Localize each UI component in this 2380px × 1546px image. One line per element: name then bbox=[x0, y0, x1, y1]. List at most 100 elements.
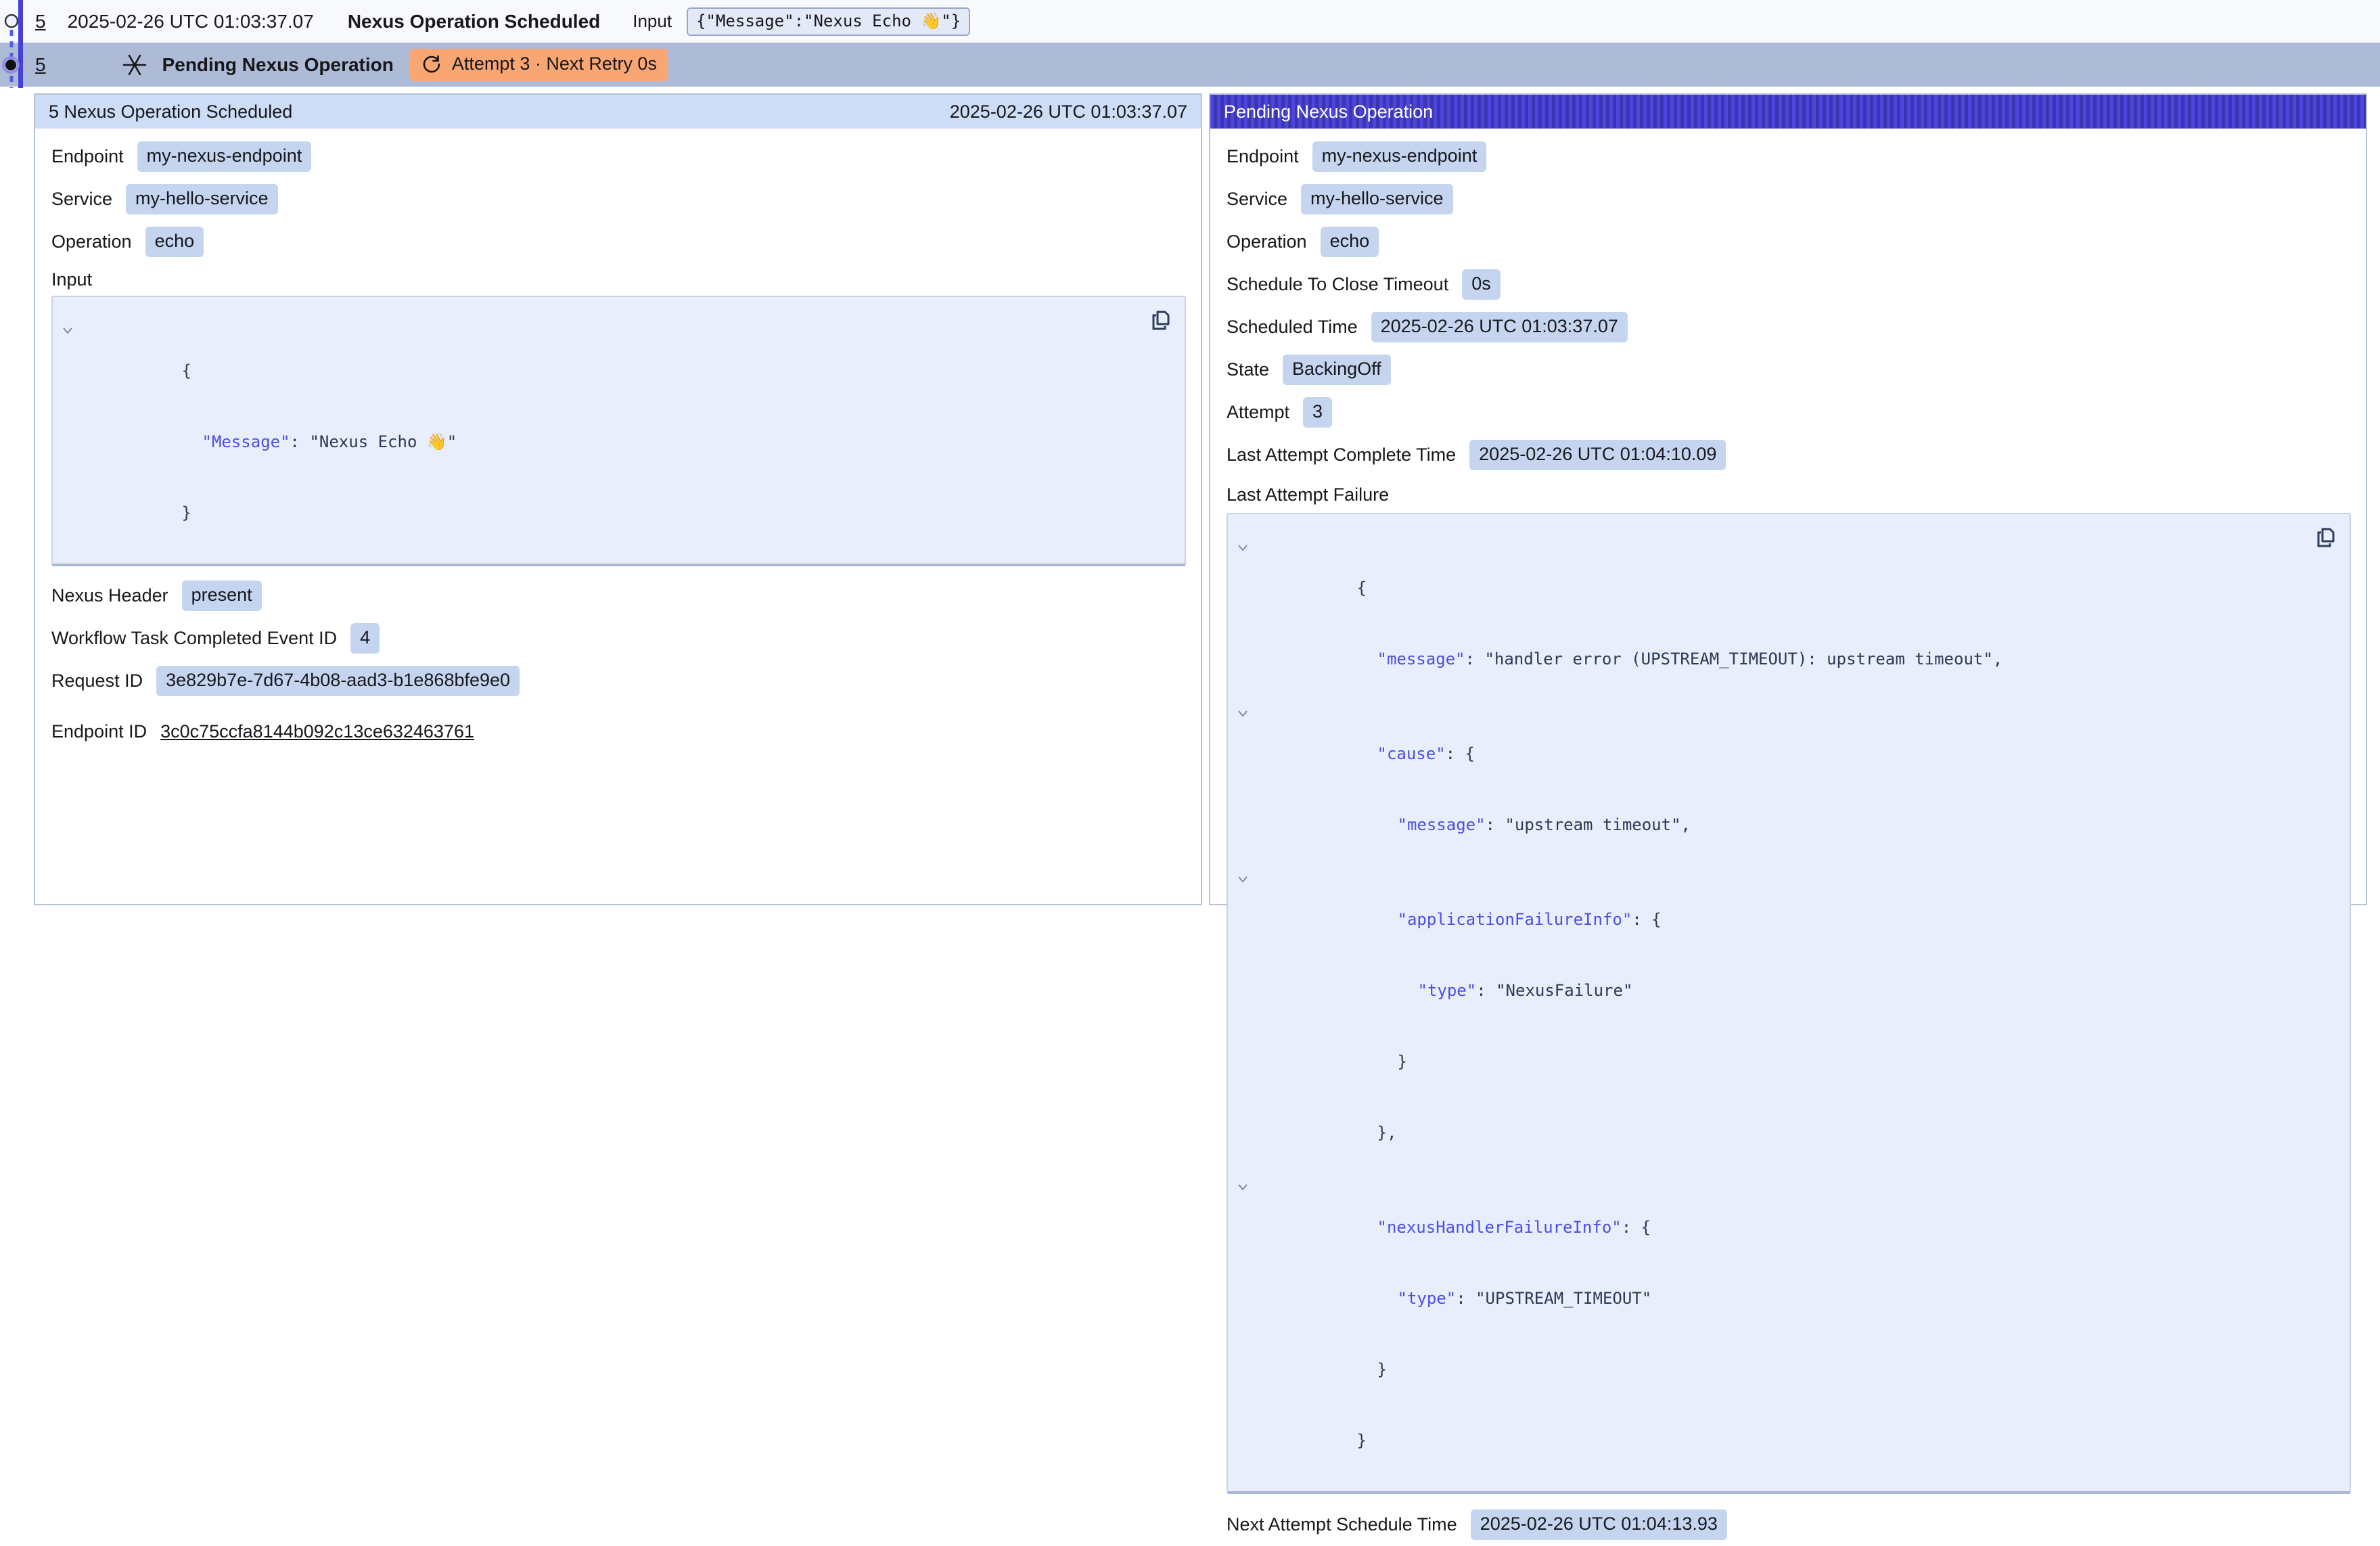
copy-icon[interactable] bbox=[1148, 308, 1172, 332]
json-line: { bbox=[1228, 529, 2302, 624]
field-value-chip: my-nexus-endpoint bbox=[137, 141, 312, 172]
json-text: { bbox=[182, 361, 191, 380]
collapse-chevron-icon[interactable] bbox=[1237, 1175, 1248, 1183]
field-label: State bbox=[1227, 359, 1269, 380]
field-label: Endpoint bbox=[51, 146, 124, 167]
json-text: } bbox=[182, 503, 191, 522]
json-text: : "handler error (UPSTREAM_TIMEOUT): ups… bbox=[1465, 650, 2003, 668]
field-service: Service my-hello-service bbox=[51, 178, 1186, 221]
pending-title: Pending Nexus Operation bbox=[162, 54, 394, 76]
nexus-operation-screen: { "colors": { "accent_indigo": "#4640d9"… bbox=[0, 0, 2380, 884]
attempt-retry-badge: Attempt 3 · Next Retry 0s bbox=[410, 49, 668, 81]
event-input-value-chip: {"Message":"Nexus Echo 👋"} bbox=[687, 7, 970, 36]
right-panel-header: Pending Nexus Operation bbox=[1210, 95, 2366, 129]
field-value-chip: 3e829b7e-7d67-4b08-aad3-b1e868bfe9e0 bbox=[156, 666, 520, 696]
left-panel-timestamp: 2025-02-26 UTC 01:03:37.07 bbox=[950, 101, 1187, 122]
field-label: Operation bbox=[51, 231, 132, 252]
field-label: Service bbox=[1227, 189, 1287, 210]
event-row-pending-nexus-operation[interactable]: 5 Pending Nexus Operation Attempt 3 · Ne… bbox=[0, 43, 2380, 87]
json-line: { bbox=[53, 312, 1137, 407]
field-endpoint: Endpoint my-nexus-endpoint bbox=[51, 135, 1186, 178]
retry-refresh-icon bbox=[421, 53, 442, 75]
json-line: } bbox=[1228, 1405, 2302, 1476]
field-value-chip: 3 bbox=[1303, 397, 1332, 428]
endpoint-id-link[interactable]: 3c0c75ccfa8144b092c13ce632463761 bbox=[160, 721, 474, 742]
field-label: Endpoint ID bbox=[51, 721, 147, 742]
field-attempt: Attempt 3 bbox=[1227, 391, 2351, 434]
copy-icon[interactable] bbox=[2313, 525, 2337, 549]
right-panel-body: Endpoint my-nexus-endpoint Service my-he… bbox=[1210, 129, 2366, 1546]
field-operation: Operation echo bbox=[51, 221, 1186, 263]
field-value-chip: echo bbox=[145, 227, 204, 257]
json-key: "message" bbox=[1398, 815, 1486, 834]
field-value-chip: 0s bbox=[1462, 269, 1501, 300]
field-label: Service bbox=[51, 189, 112, 210]
json-line: "type": "NexusFailure" bbox=[1228, 955, 2302, 1026]
panel-nexus-operation-scheduled: 5 Nexus Operation Scheduled 2025-02-26 U… bbox=[34, 93, 1202, 905]
json-text: } bbox=[1377, 1360, 1387, 1379]
field-label: Endpoint bbox=[1227, 146, 1299, 167]
pending-event-id-link[interactable]: 5 bbox=[35, 54, 46, 76]
left-panel-body: Endpoint my-nexus-endpoint Service my-he… bbox=[35, 129, 1201, 753]
field-value-chip: my-nexus-endpoint bbox=[1312, 141, 1487, 172]
field-label: Request ID bbox=[51, 670, 143, 691]
input-label-text: Input bbox=[51, 269, 92, 290]
field-endpoint-id: Endpoint ID 3c0c75ccfa8144b092c13ce63246… bbox=[51, 710, 1186, 753]
collapse-chevron-icon[interactable] bbox=[1237, 701, 1248, 709]
field-label: Last Attempt Complete Time bbox=[1227, 445, 1456, 465]
field-endpoint: Endpoint my-nexus-endpoint bbox=[1227, 135, 2351, 178]
field-label: Scheduled Time bbox=[1227, 317, 1358, 338]
json-key: "applicationFailureInfo" bbox=[1398, 910, 1632, 929]
field-value-chip: 2025-02-26 UTC 01:04:13.93 bbox=[1471, 1509, 1727, 1540]
json-key: "cause" bbox=[1377, 744, 1446, 763]
json-text: : { bbox=[1632, 910, 1661, 929]
field-value-chip: my-hello-service bbox=[126, 184, 278, 214]
json-line: } bbox=[1228, 1334, 2302, 1405]
json-line: } bbox=[53, 478, 1137, 549]
detail-panels: 5 Nexus Operation Scheduled 2025-02-26 U… bbox=[34, 93, 2367, 905]
field-value-chip: my-hello-service bbox=[1301, 184, 1453, 214]
event-timestamp: 2025-02-26 UTC 01:03:37.07 bbox=[68, 11, 314, 32]
json-text: : "Nexus Echo 👋" bbox=[290, 432, 457, 451]
json-key: "nexusHandlerFailureInfo" bbox=[1377, 1218, 1622, 1237]
event-row-nexus-operation-scheduled[interactable]: 5 2025-02-26 UTC 01:03:37.07 Nexus Opera… bbox=[0, 0, 2380, 43]
json-text: : "NexusFailure" bbox=[1476, 981, 1632, 1000]
json-line: "message": "upstream timeout", bbox=[1228, 790, 2302, 861]
field-label: Schedule To Close Timeout bbox=[1227, 274, 1448, 295]
attempt-retry-text: Attempt 3 · Next Retry 0s bbox=[452, 53, 657, 74]
json-key: "message" bbox=[1377, 650, 1465, 668]
json-text: : { bbox=[1622, 1218, 1651, 1237]
field-value-chip: 2025-02-26 UTC 01:03:37.07 bbox=[1371, 312, 1628, 342]
json-text: } bbox=[1398, 1052, 1407, 1071]
field-workflow-task-completed-event-id: Workflow Task Completed Event ID 4 bbox=[51, 617, 1186, 660]
field-service: Service my-hello-service bbox=[1227, 178, 2351, 221]
field-next-attempt-schedule-time: Next Attempt Schedule Time 2025-02-26 UT… bbox=[1227, 1503, 2351, 1546]
field-value-chip: BackingOff bbox=[1283, 355, 1391, 385]
json-key: "type" bbox=[1398, 1289, 1457, 1308]
json-line: "type": "UPSTREAM_TIMEOUT" bbox=[1228, 1263, 2302, 1334]
failure-json-viewer: { "message": "handler error (UPSTREAM_TI… bbox=[1227, 513, 2351, 1494]
collapse-chevron-icon[interactable] bbox=[1237, 535, 1248, 543]
json-line: }, bbox=[1228, 1097, 2302, 1168]
json-line: "applicationFailureInfo": { bbox=[1228, 861, 2302, 955]
collapse-chevron-icon[interactable] bbox=[62, 318, 73, 326]
field-request-id: Request ID 3e829b7e-7d67-4b08-aad3-b1e86… bbox=[51, 660, 1186, 702]
field-last-attempt-complete-time: Last Attempt Complete Time 2025-02-26 UT… bbox=[1227, 434, 2351, 476]
field-schedule-to-close-timeout: Schedule To Close Timeout 0s bbox=[1227, 263, 2351, 306]
field-value-chip: 4 bbox=[350, 623, 380, 654]
json-line: "cause": { bbox=[1228, 695, 2302, 790]
pending-asterisk-icon bbox=[122, 52, 147, 78]
json-text: : { bbox=[1446, 744, 1475, 763]
collapse-chevron-icon[interactable] bbox=[1237, 867, 1248, 875]
json-text: } bbox=[1357, 1431, 1367, 1450]
failure-label-text: Last Attempt Failure bbox=[1227, 484, 1389, 505]
field-label: Next Attempt Schedule Time bbox=[1227, 1514, 1457, 1535]
timeline-pending-event-dot bbox=[5, 60, 16, 70]
field-label: Nexus Header bbox=[51, 585, 168, 606]
json-line: } bbox=[1228, 1026, 2302, 1097]
field-label: Attempt bbox=[1227, 402, 1289, 423]
timeline-open-event-dot bbox=[5, 15, 18, 27]
field-nexus-header: Nexus Header present bbox=[51, 574, 1186, 617]
json-key: "Message" bbox=[202, 432, 290, 451]
event-id-link[interactable]: 5 bbox=[35, 11, 46, 32]
